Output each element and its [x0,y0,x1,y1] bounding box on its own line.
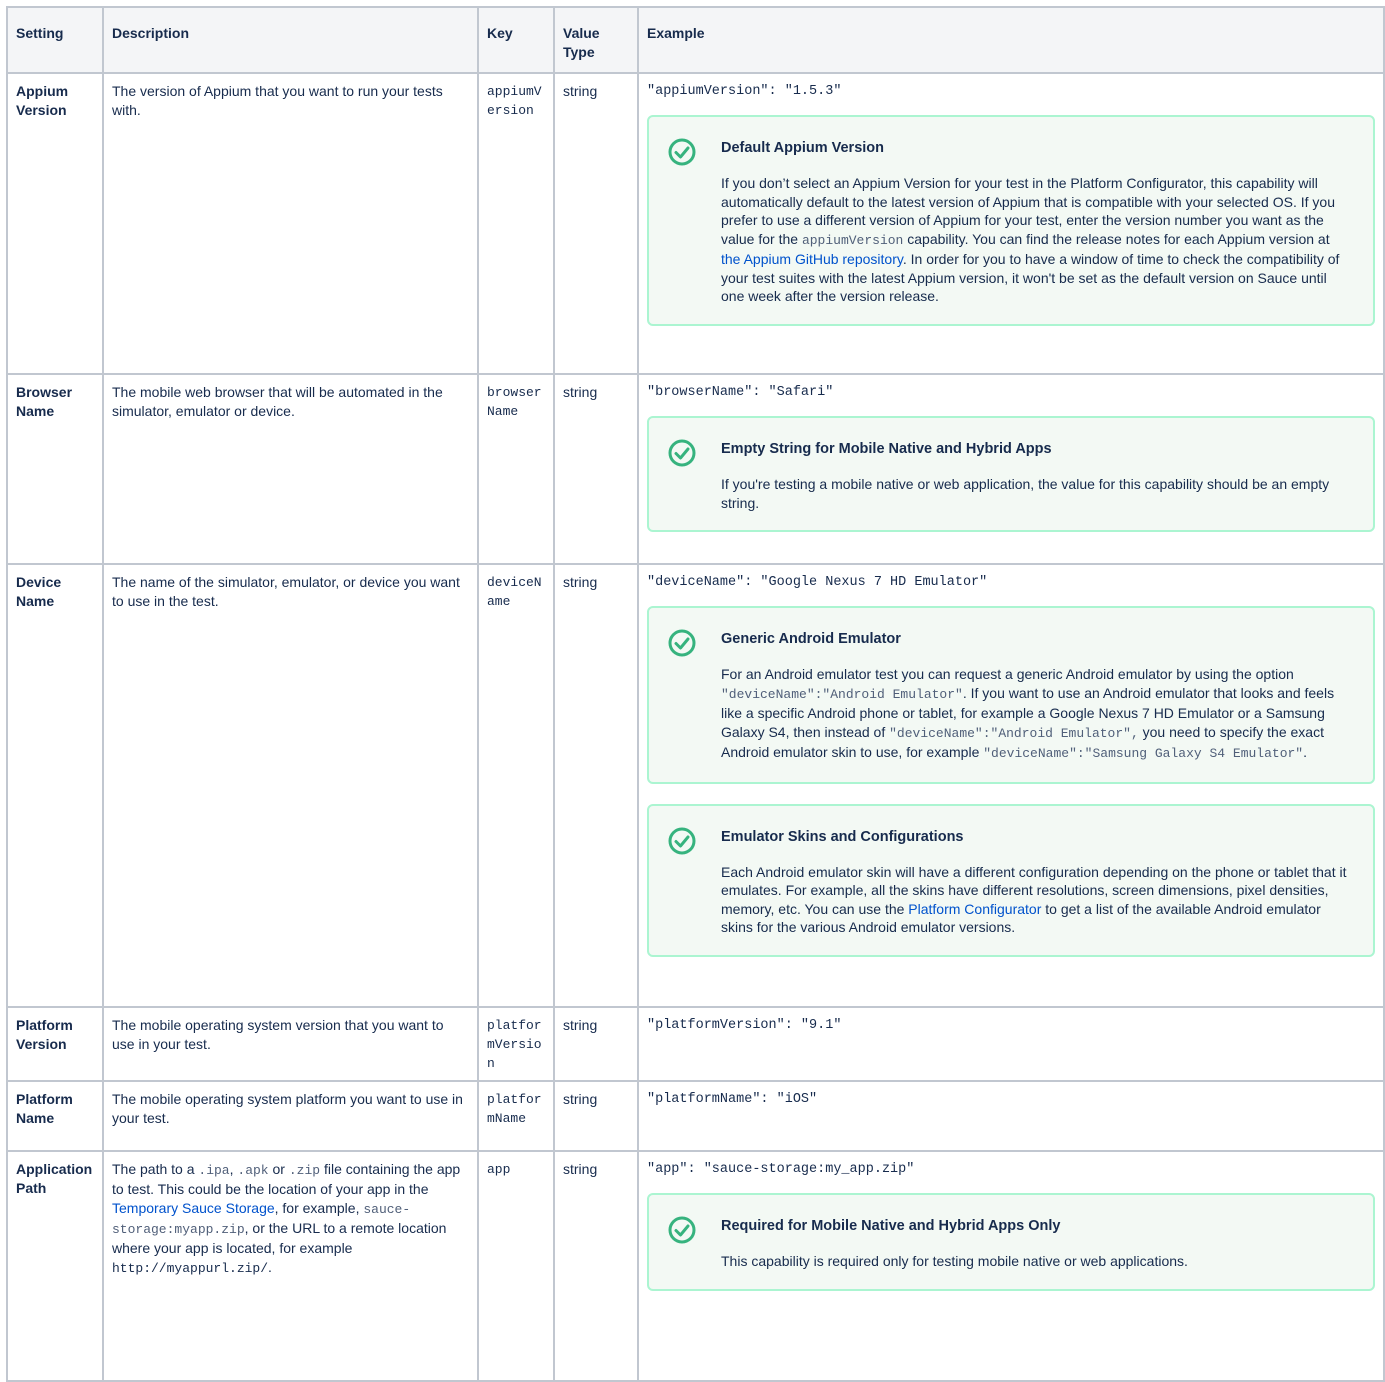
panel-title: Required for Mobile Native and Hybrid Ap… [721,1218,1061,1234]
type-cell: string [553,1150,639,1382]
example-cell: "app": "sauce-storage:my_app.zip" Requir… [637,1150,1385,1382]
header-example: Example [637,6,1385,74]
example-code: "deviceName": "Google Nexus 7 HD Emulato… [647,575,988,590]
description-cell: The mobile operating system version that… [102,1006,479,1082]
table-row: Application Path The path to a .ipa, .ap… [6,1150,1385,1382]
appium-github-link[interactable]: the Appium GitHub repository [721,251,903,267]
table-row: Device Name The name of the simulator, e… [6,563,1385,1008]
description-cell: The version of Appium that you want to r… [102,72,479,375]
header-key: Key [477,6,555,74]
setting-cell: Platform Version [6,1006,104,1082]
type-cell: string [553,1080,639,1152]
type-cell: string [553,373,639,565]
panel-title: Empty String for Mobile Native and Hybri… [721,441,1052,457]
example-code: "appiumVersion": "1.5.3" [647,84,842,99]
header-setting: Setting [6,6,104,74]
platform-configurator-link[interactable]: Platform Configurator [908,901,1041,917]
capabilities-table: Setting Description Key Value Type Examp… [6,6,1385,1382]
inline-code: .apk [237,1163,269,1178]
table-row: Platform Name The mobile operating syste… [6,1080,1385,1152]
table-row: Appium Version The version of Appium tha… [6,72,1385,375]
panel-text: For an Android emulator test you can req… [721,666,1294,682]
setting-cell: Application Path [6,1150,104,1382]
inline-code: "deviceName":"Android Emulator", [889,725,1139,741]
inline-code: "deviceName":"Android Emulator" [721,686,963,702]
panel-text: . [1303,744,1307,760]
example-code: "browserName": "Safari" [647,385,834,400]
table-row: Browser Name The mobile web browser that… [6,373,1385,565]
panel-body: For an Android emulator test you can req… [721,665,1351,764]
description-cell: The name of the simulator, emulator, or … [102,563,479,1008]
setting-cell: Device Name [6,563,104,1008]
panel-title: Emulator Skins and Configurations [721,828,964,845]
info-panel: Empty String for Mobile Native and Hybri… [647,416,1375,532]
panel-title: Generic Android Emulator [721,631,901,647]
description-cell: The mobile web browser that will be auto… [102,373,479,565]
setting-cell: Appium Version [6,72,104,375]
example-cell: "platformName": "iOS" [637,1080,1385,1152]
key-cell: platformVersion [477,1006,555,1082]
example-code: "platformVersion": "9.1" [647,1018,842,1033]
check-circle-icon [668,1216,696,1244]
description-cell: The mobile operating system platform you… [102,1080,479,1152]
description-text: The path to a [112,1161,199,1177]
key-cell: platformName [477,1080,555,1152]
panel-body: Each Android emulator skin will have a d… [721,863,1351,937]
check-circle-icon [668,138,696,166]
key-cell: browserName [477,373,555,565]
example-code: "platformName": "iOS" [647,1092,818,1107]
info-panel: Required for Mobile Native and Hybrid Ap… [647,1193,1375,1291]
setting-cell: Browser Name [6,373,104,565]
inline-code: "deviceName":"Samsung Galaxy S4 Emulator… [983,746,1304,761]
panel-body: If you're testing a mobile native or web… [721,476,1330,511]
check-circle-icon [668,827,696,854]
table-row: Platform Version The mobile operating sy… [6,1006,1385,1082]
type-cell: string [553,563,639,1008]
type-cell: string [553,72,639,375]
example-code: "app": "sauce-storage:my_app.zip" [647,1162,915,1177]
inline-code: http://myappurl.zip/ [112,1261,269,1276]
check-circle-icon [668,629,696,657]
info-panel: Emulator Skins and Configurations Each A… [647,803,1375,957]
key-cell: appiumVersion [477,72,555,375]
inline-code: .ipa [198,1163,230,1178]
header-value-type: Value Type [553,6,639,74]
temporary-sauce-storage-link[interactable]: Temporary Sauce Storage [112,1200,275,1216]
header-description: Description [102,6,479,74]
description-text: . [268,1259,272,1275]
example-cell: "platformVersion": "9.1" [637,1006,1385,1082]
description-text: or [268,1161,289,1177]
info-panel: Generic Android Emulator For an Android … [647,606,1375,784]
type-cell: string [553,1006,639,1082]
table-header-row: Setting Description Key Value Type Examp… [6,6,1385,74]
panel-title: Default Appium Version [721,140,885,156]
key-cell: app [477,1150,555,1382]
description-cell: The path to a .ipa, .apk or .zip file co… [102,1150,479,1382]
example-cell: "browserName": "Safari" Empty String for… [637,373,1385,565]
info-panel: Default Appium Version If you don’t sele… [647,115,1375,326]
panel-text: capability. You can find the release not… [903,230,1330,247]
check-circle-icon [668,439,696,467]
inline-code: .zip [288,1163,321,1178]
panel-body: If you don’t select an Appium Version fo… [721,174,1351,306]
example-cell: "appiumVersion": "1.5.3" Default Appium … [637,72,1385,375]
setting-cell: Platform Name [6,1080,104,1152]
inline-code: appiumVersion [801,232,904,248]
panel-body: This capability is required only for tes… [721,1253,1188,1269]
example-cell: "deviceName": "Google Nexus 7 HD Emulato… [637,563,1385,1008]
key-cell: deviceName [477,563,555,1008]
description-text: , for example, [274,1200,364,1216]
